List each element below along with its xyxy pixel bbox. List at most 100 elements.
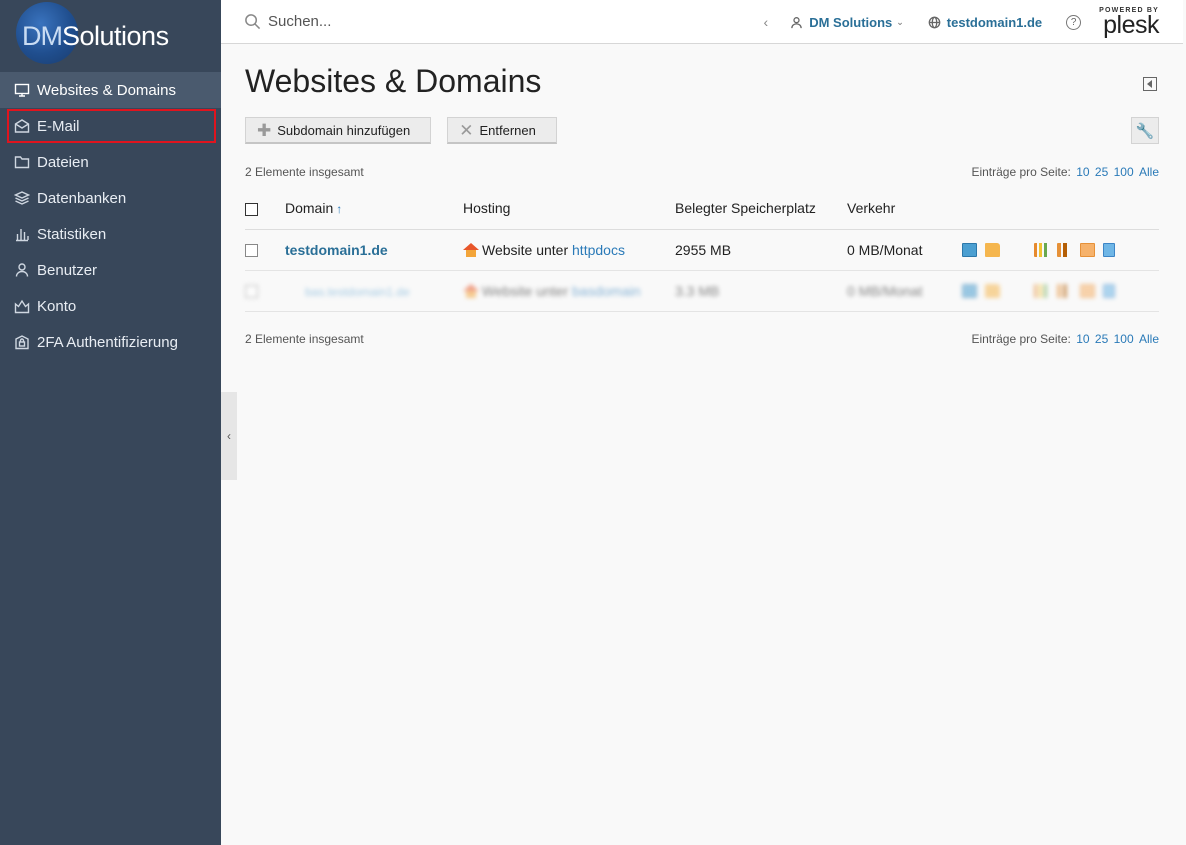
preview-icon[interactable] xyxy=(962,283,977,298)
per-page-10[interactable]: 10 xyxy=(1076,332,1089,346)
sidebar-item-label: E-Mail xyxy=(37,117,80,135)
hosting-prefix: Website unter xyxy=(482,282,569,299)
per-page-label: Einträge pro Seite: xyxy=(971,165,1071,179)
table-header-row: Domain ↑ Hosting Belegter Speicherplatz V… xyxy=(245,188,1159,230)
storage-value: 3.3 MB xyxy=(675,270,847,312)
traffic-value: 0 MB/Monat xyxy=(847,270,962,312)
user-icon xyxy=(13,261,31,279)
sidebar-item-label: Konto xyxy=(37,297,77,315)
chevron-down-icon: ⌄ xyxy=(896,16,904,27)
home-icon xyxy=(463,242,479,257)
plus-icon: ✚ xyxy=(257,120,272,140)
search-input[interactable] xyxy=(268,13,668,30)
column-domain[interactable]: Domain ↑ xyxy=(285,188,463,230)
row-checkbox[interactable] xyxy=(245,244,258,258)
domain-link[interactable]: testdomain1.de xyxy=(285,242,388,258)
file-manager-icon[interactable] xyxy=(985,242,1000,257)
wrench-icon[interactable]: 🔧 xyxy=(1131,117,1159,144)
row-actions xyxy=(962,283,1159,298)
sidebar-item-label: Statistiken xyxy=(37,225,107,243)
remove-x-icon: ✕ xyxy=(459,120,474,140)
table-row: testdomain1.de Website unter httpdocs 29… xyxy=(245,229,1159,271)
per-page-all[interactable]: Alle xyxy=(1139,332,1159,346)
logo-solutions-text: Solutions xyxy=(62,20,169,51)
select-all-checkbox[interactable] xyxy=(245,203,258,217)
sidebar-item-benutzer[interactable]: Benutzer xyxy=(0,252,221,288)
sort-ascending-icon: ↑ xyxy=(336,202,343,217)
logo-dm-text: DM xyxy=(22,20,63,51)
search-box xyxy=(244,13,724,30)
database-icon xyxy=(13,189,31,207)
domains-table: Domain ↑ Hosting Belegter Speicherplatz V… xyxy=(245,188,1159,312)
sidebar-item-2fa[interactable]: 2FA Authentifizierung xyxy=(0,324,221,360)
document-icon[interactable] xyxy=(1103,283,1115,298)
hosting-folder-link[interactable]: httpdocs xyxy=(572,242,625,258)
web-statistics-icon[interactable] xyxy=(1057,242,1072,257)
per-page-25[interactable]: 25 xyxy=(1095,165,1108,179)
toolbar: ✚ Subdomain hinzufügen ✕ Entfernen xyxy=(245,117,557,144)
statistics-icon[interactable] xyxy=(1034,283,1049,298)
sidebar: DM Solutions Websites & Domains E-Mail Da… xyxy=(0,0,221,845)
domain-selector[interactable]: testdomain1.de xyxy=(928,15,1042,30)
user-icon xyxy=(791,16,802,28)
home-icon xyxy=(463,283,479,298)
sidebar-item-konto[interactable]: Konto xyxy=(0,288,221,324)
dm-solutions-logo[interactable]: DM Solutions xyxy=(0,0,221,72)
collapse-panel-icon[interactable] xyxy=(1143,77,1157,91)
per-page-all[interactable]: Alle xyxy=(1139,165,1159,179)
column-traffic[interactable]: Verkehr xyxy=(847,188,962,230)
sidebar-item-label: Datenbanken xyxy=(37,189,127,207)
row-checkbox[interactable] xyxy=(245,285,258,299)
account-menu[interactable]: DM Solutions ⌄ xyxy=(790,15,904,30)
main-content: Websites & Domains ✚ Subdomain hinzufüge… xyxy=(221,45,1183,840)
file-manager-icon[interactable] xyxy=(985,283,1000,298)
per-page-label: Einträge pro Seite: xyxy=(971,332,1071,346)
per-page-10[interactable]: 10 xyxy=(1076,165,1089,179)
column-hosting[interactable]: Hosting xyxy=(463,188,675,230)
help-icon[interactable]: ? xyxy=(1066,14,1082,30)
storage-value: 2955 MB xyxy=(675,229,847,271)
sidebar-item-label: Websites & Domains xyxy=(37,81,176,99)
sidebar-nav: Websites & Domains E-Mail Dateien Datenb… xyxy=(0,72,221,360)
chevron-left-icon[interactable]: ‹ xyxy=(764,14,769,30)
list-info-top: 2 Elemente insgesamt Einträge pro Seite:… xyxy=(245,165,1159,179)
document-icon[interactable] xyxy=(1103,242,1115,257)
sidebar-item-label: Dateien xyxy=(37,153,89,171)
ssl-certificate-icon[interactable] xyxy=(1080,283,1095,298)
ssl-certificate-icon[interactable] xyxy=(1080,242,1095,257)
sidebar-item-websites-domains[interactable]: Websites & Domains xyxy=(0,72,221,108)
preview-icon[interactable] xyxy=(962,242,977,257)
domain-name: testdomain1.de xyxy=(946,14,1043,30)
remove-button[interactable]: ✕ Entfernen xyxy=(447,117,557,144)
table-row: bas.testdomain1.de Website unter basdoma… xyxy=(245,270,1159,312)
web-statistics-icon[interactable] xyxy=(1057,283,1072,298)
list-info-bottom: 2 Elemente insgesamt Einträge pro Seite:… xyxy=(245,332,1159,346)
sidebar-item-datenbanken[interactable]: Datenbanken xyxy=(0,180,221,216)
monitor-icon xyxy=(13,81,31,99)
sidebar-item-statistiken[interactable]: Statistiken xyxy=(0,216,221,252)
traffic-value: 0 MB/Monat xyxy=(847,229,962,271)
per-page-selector: Einträge pro Seite: 10 25 100 Alle xyxy=(971,165,1159,179)
hosting-folder-link[interactable]: basdomain xyxy=(572,283,641,299)
sidebar-item-label: Benutzer xyxy=(37,261,98,279)
per-page-selector: Einträge pro Seite: 10 25 100 Alle xyxy=(971,332,1159,346)
total-count: 2 Elemente insgesamt xyxy=(245,165,364,179)
per-page-100[interactable]: 100 xyxy=(1114,332,1134,346)
search-icon xyxy=(245,14,261,30)
shield-lock-icon xyxy=(13,333,31,351)
remove-label: Entfernen xyxy=(479,122,536,138)
sidebar-item-email[interactable]: E-Mail xyxy=(6,108,217,144)
statistics-icon[interactable] xyxy=(1034,242,1049,257)
sidebar-item-dateien[interactable]: Dateien xyxy=(0,144,221,180)
column-storage[interactable]: Belegter Speicherplatz xyxy=(675,188,847,230)
per-page-25[interactable]: 25 xyxy=(1095,332,1108,346)
top-right-group: ‹ DM Solutions ⌄ testdomain1.de ? POWERE… xyxy=(764,0,1183,44)
folder-icon xyxy=(13,153,31,171)
chevron-left-icon: ‹ xyxy=(227,429,231,443)
per-page-100[interactable]: 100 xyxy=(1114,165,1134,179)
envelope-icon xyxy=(13,117,31,135)
account-name: DM Solutions xyxy=(809,14,893,30)
domain-link[interactable]: bas.testdomain1.de xyxy=(305,285,410,299)
add-subdomain-button[interactable]: ✚ Subdomain hinzufügen xyxy=(245,117,432,144)
sidebar-collapse-handle[interactable]: ‹ xyxy=(221,392,237,480)
